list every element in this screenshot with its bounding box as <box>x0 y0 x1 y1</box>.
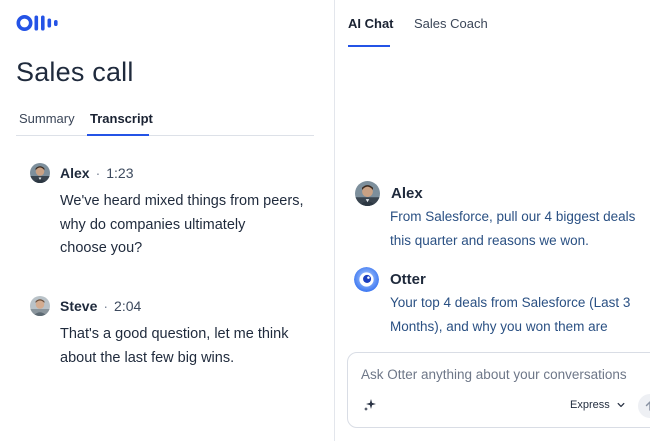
timestamp[interactable]: 1:23 <box>106 165 133 181</box>
chat-message-header: Otter <box>354 267 426 292</box>
message-line: about the last few big wins. <box>60 349 235 366</box>
separator-dot: · <box>103 298 109 314</box>
mode-dropdown[interactable]: Express <box>570 399 625 411</box>
transcript-message-text: We've heard mixed things from peers, why… <box>60 190 303 261</box>
chat-sender-name: Alex <box>391 185 423 202</box>
right-tab-bar: AI Chat Sales Coach <box>348 0 650 48</box>
timestamp[interactable]: 2:04 <box>114 298 141 314</box>
tab-sales-coach[interactable]: Sales Coach <box>414 16 488 31</box>
tab-summary[interactable]: Summary <box>19 111 75 126</box>
page-title: Sales call <box>16 57 134 87</box>
mode-label: Express <box>570 399 610 411</box>
message-line: That's a good question, let me think <box>60 326 289 342</box>
sparkle-icon[interactable] <box>363 398 377 412</box>
transcript-message-header: Alex · 1:23 <box>30 163 134 183</box>
chat-message-text: From Salesforce, pull our 4 biggest deal… <box>390 205 635 252</box>
transcript-message-header: Steve · 2:04 <box>30 296 141 316</box>
message-line: From Salesforce, pull our 4 biggest deal… <box>390 209 636 224</box>
chat-sender-name: Otter <box>390 271 426 288</box>
message-line: Your top 4 deals from Salesforce (Last 3 <box>390 295 631 310</box>
ask-input[interactable] <box>361 367 650 382</box>
message-line: this quarter and reasons we won. <box>390 232 589 248</box>
pane-divider <box>334 0 335 441</box>
chat-message-header: Alex <box>355 181 423 206</box>
message-line: why do companies ultimately <box>60 216 246 233</box>
speaker-name: Alex <box>60 165 90 181</box>
otter-avatar-icon <box>354 267 379 292</box>
active-tab-indicator <box>348 45 390 47</box>
chevron-down-icon <box>617 402 625 408</box>
avatar <box>30 296 50 316</box>
message-line: We've heard mixed things from peers, <box>60 193 304 209</box>
chat-message-text: Your top 4 deals from Salesforce (Last 3… <box>390 291 630 338</box>
send-icon <box>645 400 650 411</box>
message-line: Months), and why you won them are <box>390 318 608 334</box>
tab-ai-chat[interactable]: AI Chat <box>348 16 394 31</box>
speaker-name: Steve <box>60 298 98 314</box>
user-avatar <box>355 181 380 206</box>
tab-transcript[interactable]: Transcript <box>90 111 153 126</box>
transcript-pane: Sales call Summary Transcript Alex · 1:2… <box>0 0 334 441</box>
separator-dot: · <box>95 165 101 181</box>
otter-logo-icon[interactable] <box>16 14 60 32</box>
left-tab-bar: Summary Transcript <box>16 104 314 136</box>
avatar <box>30 163 50 183</box>
transcript-message-text: That's a good question, let me think abo… <box>60 323 288 370</box>
send-button[interactable] <box>638 394 650 418</box>
message-line: choose you? <box>60 240 143 256</box>
active-tab-indicator <box>87 134 149 136</box>
chat-composer: Express <box>347 352 650 428</box>
